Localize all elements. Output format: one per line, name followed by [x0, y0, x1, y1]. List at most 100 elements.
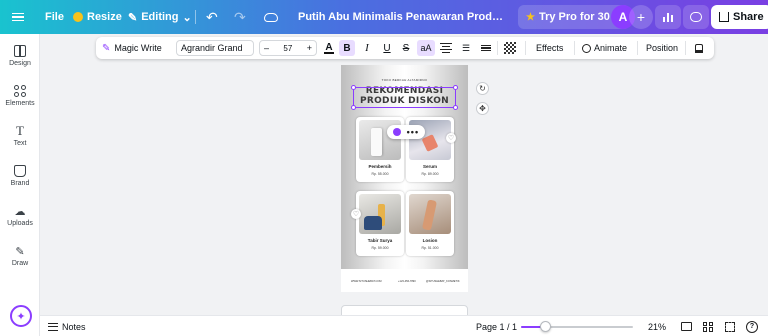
sidebar-item-text[interactable]: T Text — [0, 123, 40, 147]
pages-view-button[interactable] — [681, 316, 692, 336]
analytics-button[interactable] — [655, 5, 681, 29]
transparency-button[interactable] — [504, 42, 516, 54]
heart-icon[interactable]: ♡ — [446, 133, 456, 143]
product-image — [409, 194, 451, 234]
sidebar-item-label: Design — [9, 60, 31, 67]
font-size-input[interactable]: 57 — [283, 44, 292, 53]
sidebar-item-design[interactable]: Design — [0, 45, 40, 67]
magic-wand-icon: ✎ — [102, 42, 111, 54]
magic-write-label: Magic Write — [114, 43, 162, 53]
undo-button[interactable]: ↶ — [206, 0, 218, 34]
sidebar-item-label: Draw — [11, 260, 29, 267]
pen-icon: ✎ — [15, 245, 25, 258]
resize-handle[interactable] — [453, 105, 458, 110]
move-button[interactable]: ✥ — [476, 102, 489, 115]
sidebar-item-elements[interactable]: Elements — [0, 85, 40, 107]
font-size-stepper[interactable]: – 57 + — [259, 40, 317, 56]
resize-button[interactable]: Resize — [73, 0, 122, 34]
page-indicator[interactable]: Page 1 / 1 — [476, 316, 517, 336]
footer-website[interactable]: WWW.SITUSHEBAT.COM — [351, 280, 382, 283]
sidebar: Design Elements T Text Brand ☁ Uploads ✎… — [0, 34, 40, 336]
text-icon: T — [16, 123, 24, 138]
help-button[interactable]: ? — [746, 316, 758, 336]
fullscreen-button[interactable] — [725, 316, 735, 336]
resize-handle[interactable] — [351, 85, 356, 90]
spacing-button[interactable] — [479, 40, 493, 56]
product-name: Tabir Surya — [367, 238, 393, 243]
sidebar-item-label: Uploads — [7, 220, 33, 227]
text-color-button[interactable]: A — [322, 40, 336, 56]
rotate-button[interactable]: ↻ — [476, 82, 489, 95]
pages-icon — [681, 322, 692, 331]
crown-icon: ★ — [526, 11, 535, 23]
footer-social[interactable]: @SITUSHEBAT_KOSMETIK — [426, 280, 460, 283]
product-price: Rp. 55.000 — [371, 172, 389, 176]
zoom-level[interactable]: 21% — [648, 316, 666, 336]
grid-view-button[interactable] — [703, 316, 713, 336]
divider — [497, 41, 498, 55]
copy-style-button[interactable] — [692, 40, 706, 56]
resize-label: Resize — [87, 11, 122, 23]
heart-icon[interactable]: ♡ — [351, 209, 361, 219]
sidebar-item-brand[interactable]: Brand — [0, 165, 40, 187]
decrease-size-button[interactable]: – — [264, 43, 269, 53]
resize-handle[interactable] — [453, 85, 458, 90]
selection-box[interactable] — [353, 87, 456, 108]
slider-thumb[interactable] — [540, 321, 551, 332]
more-options-icon[interactable]: ••• — [407, 127, 419, 137]
effects-button[interactable]: Effects — [536, 40, 563, 56]
magic-edit-icon[interactable] — [392, 128, 401, 136]
notes-button[interactable]: Notes — [48, 316, 86, 336]
layout-icon — [14, 45, 26, 57]
product-price: Rp. 89.000 — [421, 172, 439, 176]
sidebar-item-uploads[interactable]: ☁ Uploads — [0, 205, 40, 228]
align-center-button[interactable] — [439, 40, 453, 56]
editing-mode-button[interactable]: ✎ Editing ⌄ — [128, 0, 192, 34]
undo-icon: ↶ — [206, 8, 218, 25]
crown-icon — [73, 12, 83, 22]
animate-button[interactable]: Animate — [582, 40, 627, 56]
file-menu-button[interactable]: File — [45, 0, 64, 34]
magic-write-button[interactable]: ✎ Magic Write — [102, 40, 162, 56]
product-name: Losion — [422, 238, 438, 243]
brand-line[interactable]: TOKO BERKAH ALTAMIRNO — [341, 78, 468, 82]
position-button[interactable]: Position — [646, 40, 678, 56]
magic-assistant-button[interactable]: ✦ — [10, 305, 32, 327]
design-page[interactable]: TOKO BERKAH ALTAMIRNO REKOMENDASI PRODUK… — [341, 65, 468, 292]
chevron-down-icon: ⌄ — [182, 11, 192, 24]
share-label: Share — [733, 11, 764, 23]
font-family-select[interactable]: Agrandir Grand — [176, 40, 254, 56]
fullscreen-icon — [725, 321, 735, 332]
quick-actions-pill: ••• — [387, 125, 425, 139]
product-price: Rp. 59.000 — [371, 246, 389, 250]
product-card[interactable]: Losion Rp. 51.000 — [406, 191, 454, 256]
strikethrough-button[interactable]: S — [399, 40, 413, 56]
invite-button[interactable]: + — [629, 5, 653, 29]
increase-size-button[interactable]: + — [307, 43, 312, 53]
divider — [574, 41, 575, 55]
zoom-slider[interactable] — [521, 316, 633, 336]
shapes-icon — [14, 85, 26, 97]
product-name: Serum — [422, 164, 437, 169]
bar-chart-icon — [663, 12, 673, 22]
bold-button[interactable]: B — [339, 40, 355, 56]
letter-case-button[interactable]: aA — [417, 40, 435, 56]
redo-button[interactable]: ↷ — [234, 0, 246, 34]
product-card[interactable]: Tabir Surya Rp. 59.000 — [356, 191, 404, 256]
rotate-icon: ↻ — [479, 84, 486, 93]
share-button[interactable]: Share — [711, 5, 768, 29]
italic-button[interactable]: I — [360, 40, 374, 56]
resize-handle[interactable] — [351, 105, 356, 110]
comments-button[interactable] — [683, 5, 709, 29]
menu-icon[interactable] — [12, 0, 28, 34]
save-status-button[interactable] — [264, 0, 278, 34]
top-bar: File Resize ✎ Editing ⌄ ↶ ↷ Putih Abu Mi… — [0, 0, 768, 34]
product-price: Rp. 51.000 — [421, 246, 439, 250]
design-title[interactable]: Putih Abu Minimalis Penawaran Produk Kec… — [298, 0, 508, 34]
underline-button[interactable]: U — [380, 40, 394, 56]
list-button[interactable]: ☰ — [459, 40, 473, 56]
footer-phone[interactable]: +123-456-7890 — [398, 280, 416, 283]
brand-icon — [14, 165, 26, 177]
divider — [685, 41, 686, 55]
sidebar-item-draw[interactable]: ✎ Draw — [0, 245, 40, 268]
